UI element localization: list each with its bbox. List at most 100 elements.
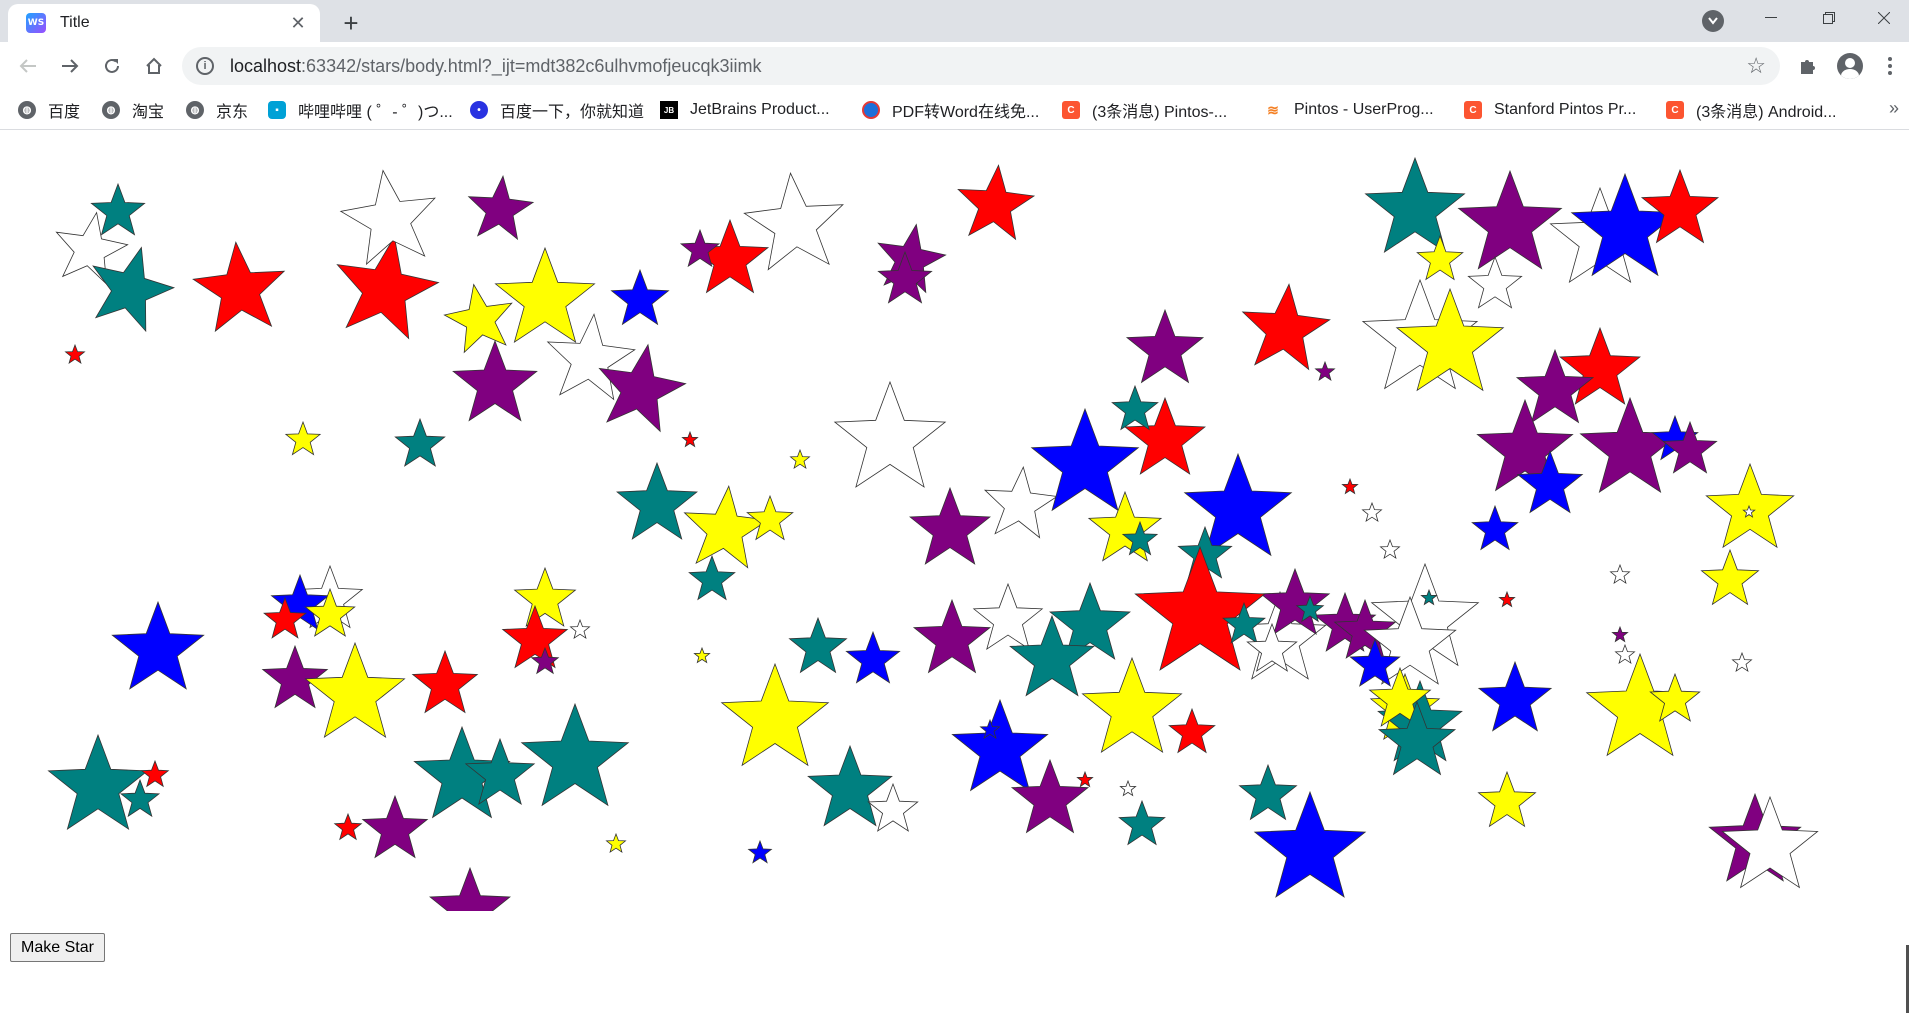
bookmark-item[interactable]: PDF转Word在线免... xyxy=(862,98,1039,122)
star-shape xyxy=(683,485,770,569)
star-shape xyxy=(1119,779,1137,797)
tab-title: Title xyxy=(60,14,90,31)
tab-strip: WS Title ✕ + xyxy=(0,0,1909,42)
star-shape xyxy=(1467,255,1523,309)
star-shape xyxy=(1111,384,1159,431)
close-icon xyxy=(1877,12,1890,24)
more-bookmarks-icon[interactable]: » xyxy=(1889,98,1899,119)
star-shape xyxy=(605,832,627,854)
star-shape xyxy=(972,582,1044,651)
close-tab-icon[interactable]: ✕ xyxy=(286,11,310,35)
star-shape xyxy=(111,600,205,690)
profile-button[interactable] xyxy=(1834,50,1866,82)
star-shape xyxy=(1457,169,1563,270)
arrow-right-icon xyxy=(62,59,79,73)
tab-search-button[interactable] xyxy=(1702,10,1724,32)
star-shape xyxy=(1614,643,1636,665)
csdn-icon: C xyxy=(1464,101,1482,119)
star-shape xyxy=(1168,707,1216,754)
reload-icon xyxy=(105,58,119,73)
page-content: Make Star xyxy=(0,131,1909,1013)
site-info-icon[interactable]: i xyxy=(196,57,214,75)
bookmark-item[interactable]: ◍ 淘宝 xyxy=(102,98,164,122)
bookmark-label: 京东 xyxy=(216,104,249,121)
star-shape xyxy=(789,448,811,470)
bookmark-item[interactable]: • 百度一下，你就知道 xyxy=(470,98,644,122)
back-button[interactable] xyxy=(12,50,44,82)
star-shape xyxy=(304,641,406,739)
bookmark-item[interactable]: ◍ 百度 xyxy=(18,98,80,122)
forward-button[interactable] xyxy=(54,50,86,82)
bookmark-label: Pintos - UserProg... xyxy=(1294,101,1434,118)
star-shape xyxy=(1364,156,1466,254)
star-shape xyxy=(1477,660,1553,732)
star-shape xyxy=(429,866,511,911)
star-shape xyxy=(616,461,698,540)
bookmark-star-icon[interactable]: ☆ xyxy=(1746,53,1766,79)
url-path: :63342/stars/body.html?_ijt=mdt382c6ulhv… xyxy=(301,55,762,76)
star-shape xyxy=(261,644,329,709)
bookmark-label: 百度 xyxy=(48,104,81,121)
bookmark-item[interactable]: ▪ 哔哩哔哩 ( ゜- ゜)つ... xyxy=(268,98,453,122)
bookmark-item[interactable]: JB JetBrains Product... xyxy=(660,98,830,122)
star-shape xyxy=(747,839,773,864)
menu-button[interactable] xyxy=(1874,50,1906,82)
globe-icon: ◍ xyxy=(18,101,36,119)
bookmark-item[interactable]: C (3条消息) Android... xyxy=(1666,98,1837,122)
star-shape xyxy=(788,616,848,674)
home-button[interactable] xyxy=(138,50,170,82)
restore-button[interactable] xyxy=(1800,0,1858,36)
bookmark-item[interactable]: C Stanford Pintos Pr... xyxy=(1464,98,1636,122)
star-shape xyxy=(394,417,446,467)
webstorm-favicon-icon: WS xyxy=(26,13,46,33)
bookmark-label: Stanford Pintos Pr... xyxy=(1494,101,1637,118)
star-shape xyxy=(720,662,830,767)
pdf-icon xyxy=(862,101,880,119)
reload-button[interactable] xyxy=(96,50,128,82)
minimize-button[interactable] xyxy=(1742,0,1800,36)
bookmark-label: PDF转Word在线免... xyxy=(892,104,1040,121)
csdn-icon: C xyxy=(1062,101,1080,119)
globe-icon: ◍ xyxy=(186,101,204,119)
star-shape xyxy=(845,630,901,684)
star-shape xyxy=(494,246,596,344)
browser-tab[interactable]: WS Title ✕ xyxy=(8,4,320,42)
bookmark-label: JetBrains Product... xyxy=(690,101,830,118)
bookmarks-bar: ◍ 百度 ◍ 淘宝 ◍ 京东 ▪ 哔哩哔哩 ( ゜- ゜)つ... • 百度一下，你就知道… xyxy=(0,90,1909,130)
star-canvas xyxy=(47,156,1819,911)
star-shape xyxy=(1361,501,1383,523)
star-shape xyxy=(833,380,947,488)
star-shape xyxy=(1379,538,1401,560)
close-window-button[interactable] xyxy=(1858,0,1909,36)
star-shape xyxy=(983,465,1059,539)
star-shape xyxy=(1118,799,1166,846)
star-shape xyxy=(1341,477,1359,495)
bookmark-item[interactable]: ◍ 京东 xyxy=(186,98,248,122)
bookmark-item[interactable]: C (3条消息) Pintos-... xyxy=(1062,98,1227,122)
star-shape xyxy=(1081,656,1183,754)
star-shape xyxy=(957,164,1036,241)
extensions-button[interactable] xyxy=(1792,50,1824,82)
star-shape xyxy=(140,759,170,788)
star-shape xyxy=(1125,308,1205,384)
bookmark-label: 百度一下，你就知道 xyxy=(500,104,645,121)
bilibili-icon: ▪ xyxy=(268,101,286,119)
bookmark-item[interactable]: ≋ Pintos - UserProg... xyxy=(1264,98,1434,122)
url-host: localhost xyxy=(230,55,302,76)
star-shape xyxy=(520,702,630,807)
star-shape xyxy=(64,343,86,365)
star-shape xyxy=(1314,360,1336,382)
address-bar[interactable]: i localhost:63342/stars/body.html?_ijt=m… xyxy=(182,47,1780,85)
make-star-button[interactable]: Make Star xyxy=(10,933,105,962)
star-shape xyxy=(467,174,535,241)
browser-toolbar: i localhost:63342/stars/body.html?_ijt=m… xyxy=(0,42,1909,90)
new-tab-button[interactable]: + xyxy=(336,8,366,38)
kebab-menu-icon xyxy=(1888,57,1892,75)
stackoverflow-icon: ≋ xyxy=(1264,101,1282,119)
star-shape xyxy=(1498,590,1516,608)
star-shape xyxy=(746,494,794,541)
url-text[interactable]: localhost:63342/stars/body.html?_ijt=mdt… xyxy=(230,56,1746,77)
star-shape xyxy=(909,486,991,565)
baidu-paw-icon: • xyxy=(470,101,488,119)
star-shape xyxy=(1076,770,1094,788)
